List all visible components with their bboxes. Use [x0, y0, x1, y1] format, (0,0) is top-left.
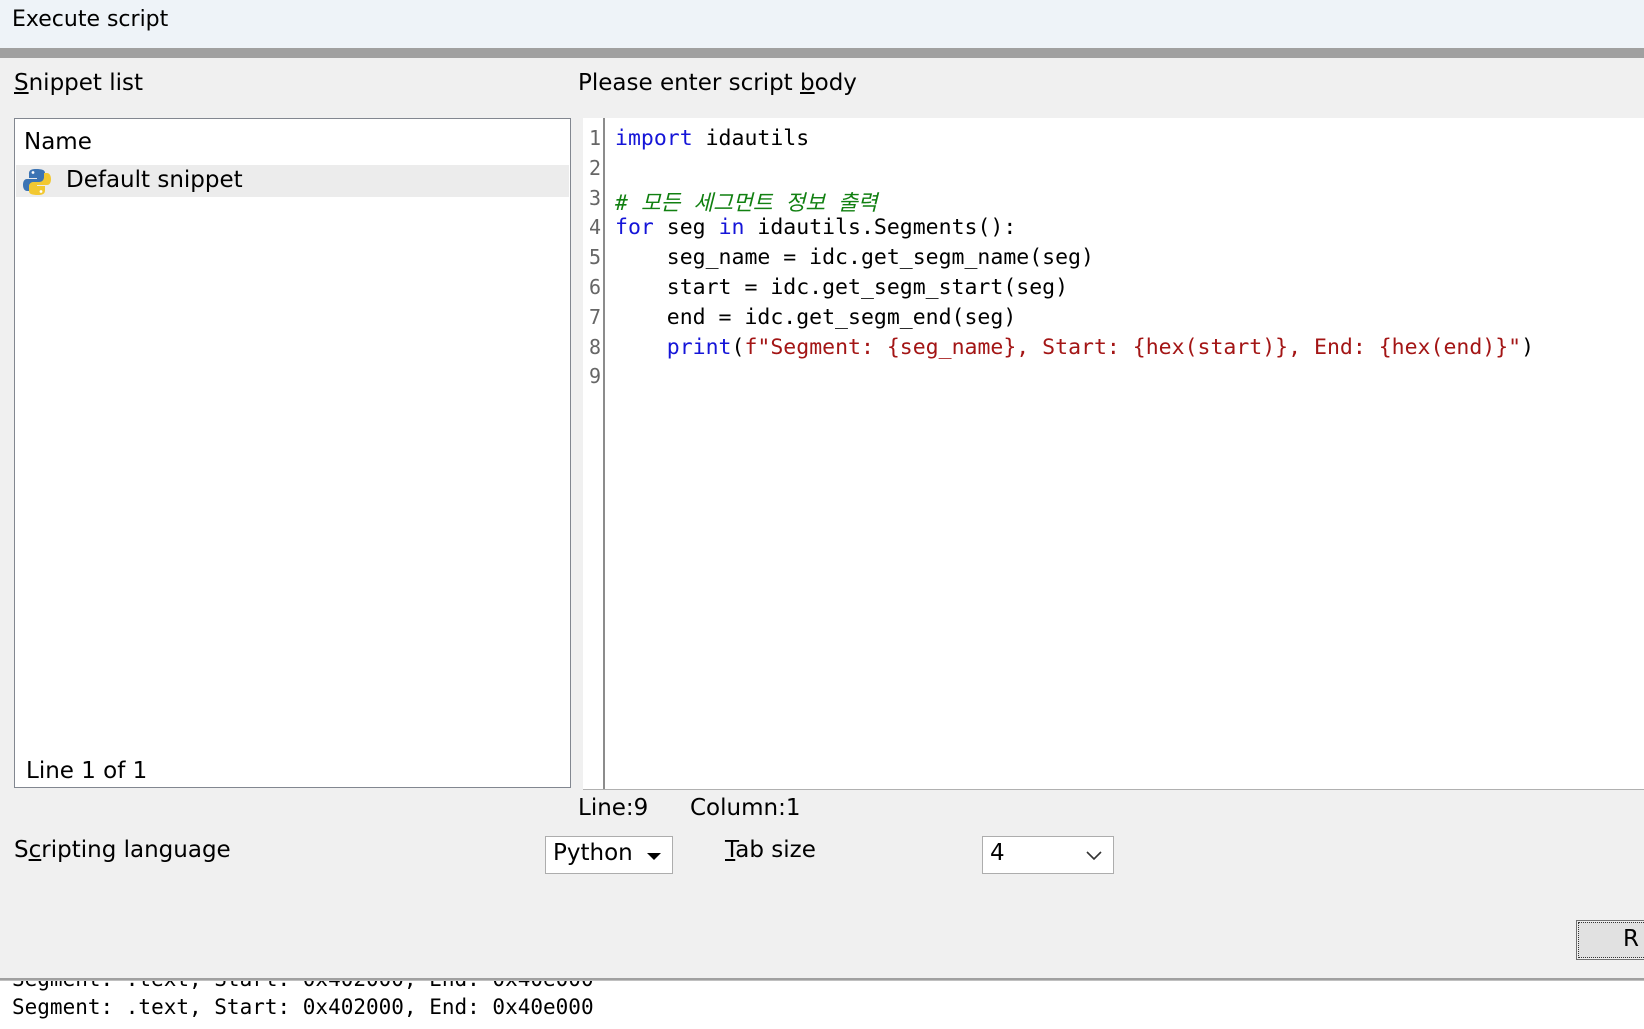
script-editor[interactable]: 1 2 3 4 5 6 7 8 9 import idautils # 모든 세그먼트 정보 출력…: [583, 118, 1644, 790]
tab-size-value: 4: [990, 840, 1005, 866]
code-token: seg_name = idc.get_segm_name(seg): [615, 245, 1094, 271]
line-number: 8: [588, 334, 601, 359]
line-number: 1: [588, 126, 601, 150]
line-number-gutter: 1 2 3 4 5 6 7 8 9: [583, 118, 605, 789]
python-icon: [23, 169, 51, 195]
code-token: end = idc.get_segm_end(seg): [615, 304, 1017, 330]
code-token: (: [731, 334, 745, 360]
line-number: 6: [588, 275, 601, 299]
snippet-list-label: Snippet list: [14, 70, 144, 96]
run-button-label: R: [1623, 926, 1639, 952]
code-token: f"Segment: {seg_name}, Start: {hex(start…: [744, 334, 1522, 360]
output-line: Segment: .text, Start: 0x402000, End: 0x…: [12, 995, 594, 1019]
code-line: seg_name = idc.get_segm_name(seg): [615, 245, 1094, 270]
code-token: ): [1521, 334, 1535, 360]
scripting-language-label: Scripting language: [14, 837, 231, 863]
dialog-title: Execute script: [12, 7, 169, 32]
code-token: seg: [653, 215, 719, 241]
tab-size-label: Tab size: [725, 837, 816, 863]
script-body-label: Please enter script body: [578, 70, 857, 96]
code-line: import idautils: [615, 126, 809, 151]
cursor-column-status: Column:1: [690, 795, 801, 821]
cursor-line-status: Line:9: [578, 795, 649, 821]
line-number: 2: [588, 155, 601, 180]
column-header-name[interactable]: Name: [24, 129, 92, 155]
code-line: # 모든 세그먼트 정보 출력: [615, 186, 878, 217]
chevron-down-icon: [1086, 851, 1102, 861]
code-token: idautils.Segments():: [744, 215, 1017, 241]
code-token: # 모든 세그먼트 정보 출력: [615, 190, 878, 216]
code-token: import: [615, 126, 693, 151]
code-token: print: [666, 334, 732, 360]
code-token: in: [718, 215, 745, 241]
language-select[interactable]: Python: [545, 836, 673, 874]
title-divider: [0, 48, 1644, 58]
code-line: start = idc.get_segm_start(seg): [615, 275, 1068, 300]
code-token: idautils: [692, 126, 810, 151]
tab-size-select[interactable]: 4: [982, 836, 1114, 874]
snippet-count-status: Line 1 of 1: [26, 758, 148, 784]
code-line: print(f"Segment: {seg_name}, Start: {hex…: [615, 335, 1534, 360]
code-line: for seg in idautils.Segments():: [615, 215, 1016, 240]
snippet-list[interactable]: Name Default snippet: [14, 118, 571, 788]
dialog-title-bar: Execute script: [0, 0, 1644, 48]
output-line-partial: Segment: .text, Start: 0x402000, End: 0x…: [12, 981, 594, 991]
code-token: for: [615, 215, 654, 241]
code-line: end = idc.get_segm_end(seg): [615, 304, 1017, 330]
line-number: 5: [588, 245, 601, 270]
line-number: 7: [588, 304, 601, 329]
snippet-list-item[interactable]: Default snippet: [16, 165, 569, 197]
snippet-item-label: Default snippet: [66, 167, 243, 193]
language-select-value: Python: [553, 840, 633, 866]
line-number: 9: [588, 364, 601, 389]
line-number: 4: [588, 215, 601, 240]
dropdown-arrow-icon: [647, 853, 661, 860]
line-number: 3: [588, 185, 601, 210]
run-button[interactable]: R: [1576, 920, 1644, 960]
output-window[interactable]: Segment: .text, Start: 0x402000, End: 0x…: [0, 980, 1644, 1029]
code-token: start = idc.get_segm_start(seg): [615, 275, 1069, 300]
